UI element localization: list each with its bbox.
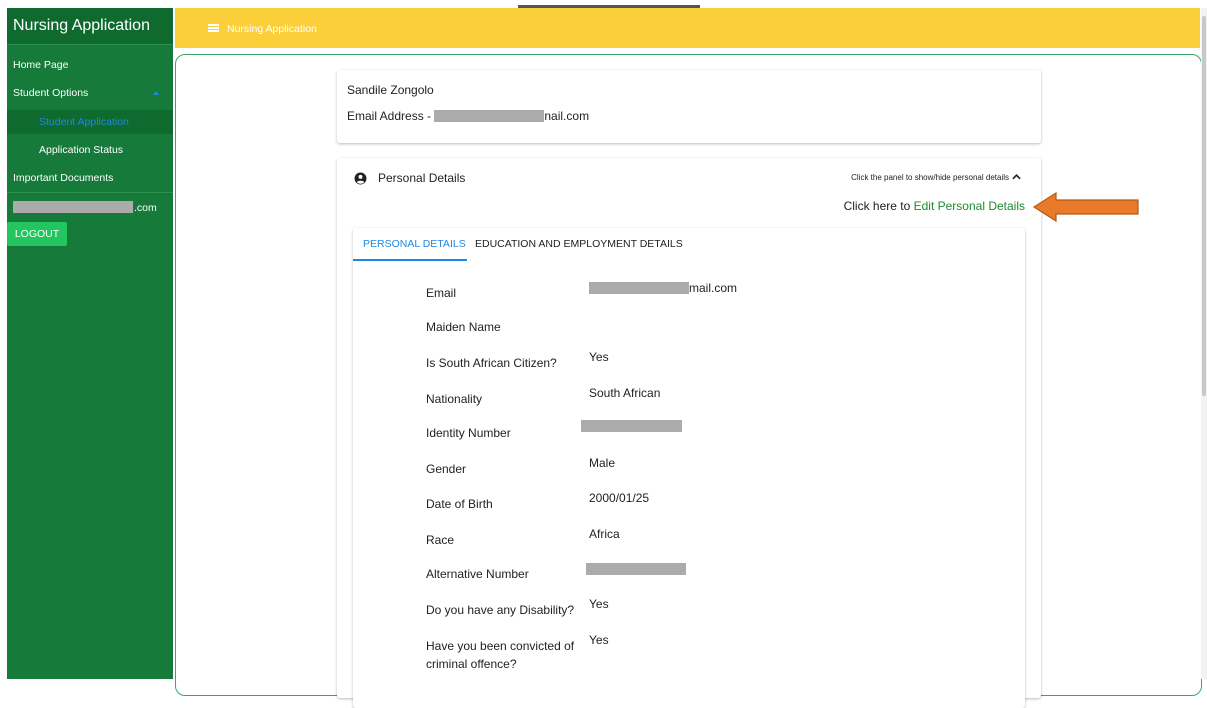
sidebar-item-label: Student Options [13,87,89,99]
email-suffix: nail.com [544,109,590,123]
chevron-up-icon [153,91,159,95]
detail-value-sa-citizen: Yes [589,350,609,364]
sidebar: Nursing Application Home Page Student Op… [7,8,173,679]
sidebar-item-student-options[interactable]: Student Options [7,82,173,104]
detail-label-nationality: Nationality [426,392,483,406]
student-name: Sandile Zongolo [347,83,434,97]
profile-card: Sandile Zongolo Email Address - nail.com [337,70,1041,143]
redacted-alternative-number [586,563,686,575]
tab-personal-details[interactable]: PERSONAL DETAILS [363,238,466,250]
detail-label-email: Email [426,286,457,300]
chevron-up-icon[interactable] [1012,174,1021,180]
sidebar-app-title: Nursing Application [7,8,173,44]
page-scrollbar[interactable] [1201,8,1207,679]
detail-value-gender: Male [589,456,616,470]
detail-label-identity-number: Identity Number [426,426,511,440]
detail-label-alternative-number: Alternative Number [426,567,529,581]
toggle-hint: Click the panel to show/hide personal de… [851,173,1009,182]
detail-value-disability: Yes [589,597,609,611]
account-circle-icon [354,172,367,185]
detail-label-date-of-birth: Date of Birth [426,497,493,511]
menu-icon[interactable] [208,24,219,32]
detail-value-date-of-birth: 2000/01/25 [589,491,650,505]
detail-label-criminal-offence: Have you been convicted of [426,639,575,653]
redacted-email [434,110,545,122]
edit-prefix: Click here to [843,199,914,213]
sidebar-divider [7,44,173,45]
top-bar-title: Nursing Application [227,23,317,35]
redacted-email [589,282,689,294]
sidebar-item-label: Home Page [13,59,69,71]
detail-label-criminal-offence-cont: criminal offence? [426,657,517,671]
left-arrow-annotation-icon [1032,191,1139,223]
browser-top-strip [0,0,1207,8]
sidebar-item-label: Application Status [39,144,124,156]
sidebar-item-label: Important Documents [13,172,114,184]
detail-value-nationality: South African [589,386,661,400]
edit-details-row: Click here to Edit Personal Details [844,199,1025,213]
email-prefix: Email Address - [347,109,435,123]
sidebar-item-home[interactable]: Home Page [7,54,173,76]
tab-education-employment[interactable]: EDUCATION AND EMPLOYMENT DETAILS [475,238,683,250]
email-value-suffix: mail.com [689,281,738,295]
detail-label-sa-citizen: Is South African Citizen? [426,356,557,370]
sidebar-item-application-status[interactable]: Application Status [7,139,173,161]
detail-value-criminal-offence: Yes [589,633,609,647]
sidebar-divider [7,192,173,193]
top-app-bar: Nursing Application [175,8,1200,48]
detail-value-race: Africa [589,527,620,541]
active-tab-indicator [353,259,467,261]
detail-value-email: mail.com [589,281,737,295]
sidebar-item-label: Student Application [39,116,129,128]
sidebar-item-important-documents[interactable]: Important Documents [7,167,173,189]
detail-label-race: Race [426,533,455,547]
panel-heading: Personal Details [378,171,466,185]
edit-personal-details-link[interactable]: Edit Personal Details [914,199,1025,213]
sidebar-item-student-application[interactable]: Student Application [7,110,173,134]
logout-button[interactable]: LOGOUT [7,222,67,246]
redacted-email [13,201,133,213]
sidebar-user-email: .com [7,197,173,219]
scrollbar-thumb[interactable] [1202,16,1206,396]
redacted-identity-number [581,420,682,432]
detail-label-gender: Gender [426,462,467,476]
detail-label-disability: Do you have any Disability? [426,603,575,617]
detail-label-maiden-name: Maiden Name [426,320,501,334]
user-email-suffix: .com [134,202,157,214]
student-email-row: Email Address - nail.com [347,109,589,123]
